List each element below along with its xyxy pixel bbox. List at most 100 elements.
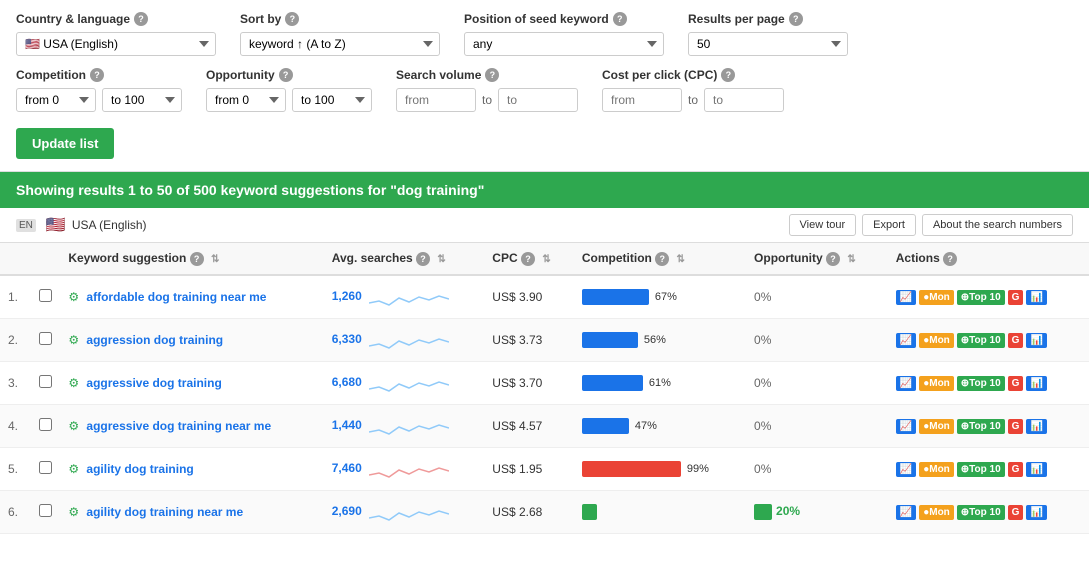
opp-help-icon[interactable]: ? [826,252,840,266]
chart-action-icon[interactable]: 📈 [896,505,916,520]
top10-action-icon[interactable]: ⊕Top 10 [957,290,1005,305]
cpc-from-input[interactable] [602,88,682,112]
competition-range: from 0 to 100 [16,88,182,112]
search-volume-help-icon[interactable]: ? [485,68,499,82]
avg-sort-icon[interactable]: ⇅ [437,254,445,265]
export-button[interactable]: Export [862,214,916,236]
opportunity-help-icon[interactable]: ? [279,68,293,82]
row-checkbox[interactable] [39,418,52,431]
results-per-page-select[interactable]: 50 [688,32,848,56]
mon-action-icon[interactable]: ●Mon [919,333,954,348]
comp-sort-icon[interactable]: ⇅ [677,254,685,265]
keyword-cell: ⚙ aggression dog training [60,319,323,362]
cpc-separator: to [688,93,698,107]
opp-sort-icon[interactable]: ⇅ [847,254,855,265]
table-row: 2. ⚙ aggression dog training 6,330 US$ 3… [0,319,1089,362]
trend-action-icon[interactable]: 📊 [1026,290,1046,305]
search-volume-to-input[interactable] [498,88,578,112]
keyword-sort-icon[interactable]: ⇅ [211,254,219,265]
search-volume-from-input[interactable] [396,88,476,112]
mon-action-icon[interactable]: ●Mon [919,376,954,391]
mon-action-icon[interactable]: ●Mon [919,505,954,520]
row-checkbox[interactable] [39,461,52,474]
trend-action-icon[interactable]: 📊 [1026,462,1046,477]
google-action-icon[interactable]: G [1008,419,1024,434]
mon-action-icon[interactable]: ●Mon [919,419,954,434]
top10-action-icon[interactable]: ⊕Top 10 [957,376,1005,391]
row-checkbox[interactable] [39,332,52,345]
trend-action-icon[interactable]: 📊 [1026,505,1046,520]
keyword-link[interactable]: agility dog training near me [86,505,243,519]
us-flag-icon: 🇺🇸 [46,215,66,235]
actions-help-icon[interactable]: ? [943,252,957,266]
results-per-page-group: Results per page ? 50 [688,12,848,56]
cpc-help-icon[interactable]: ? [721,68,735,82]
comp-bar-container: 56% [582,332,738,348]
competition-from-select[interactable]: from 0 [16,88,96,112]
col-num [0,243,31,275]
row-checkbox[interactable] [39,289,52,302]
chart-action-icon[interactable]: 📈 [896,376,916,391]
col-keyword-header: Keyword suggestion ? ⇅ [60,243,323,275]
avg-searches-val: 1,440 [332,418,362,432]
top10-action-icon[interactable]: ⊕Top 10 [957,462,1005,477]
keyword-link[interactable]: aggressive dog training [86,376,221,390]
keyword-help-icon[interactable]: ? [190,252,204,266]
opportunity-to-select[interactable]: to 100 [292,88,372,112]
results-per-page-help-icon[interactable]: ? [789,12,803,26]
filter-row-2: Competition ? from 0 to 100 Opportunity … [16,68,1073,112]
google-action-icon[interactable]: G [1008,290,1024,305]
col-opp-header: Opportunity ? ⇅ [746,243,888,275]
about-search-numbers-button[interactable]: About the search numbers [922,214,1073,236]
cpc-col-help-icon[interactable]: ? [521,252,535,266]
cpc-to-input[interactable] [704,88,784,112]
opportunity-from-select[interactable]: from 0 [206,88,286,112]
checkbox-cell [31,448,60,491]
checkbox-cell [31,491,60,534]
comp-help-icon[interactable]: ? [655,252,669,266]
trend-action-icon[interactable]: 📊 [1026,419,1046,434]
top10-action-icon[interactable]: ⊕Top 10 [957,419,1005,434]
google-action-icon[interactable]: G [1008,505,1024,520]
chart-action-icon[interactable]: 📈 [896,333,916,348]
country-language-help-icon[interactable]: ? [134,12,148,26]
trend-action-icon[interactable]: 📊 [1026,376,1046,391]
chart-action-icon[interactable]: 📈 [896,419,916,434]
google-action-icon[interactable]: G [1008,333,1024,348]
mon-action-icon[interactable]: ●Mon [919,462,954,477]
competition-to-select[interactable]: to 100 [102,88,182,112]
comp-cell: 61% [574,362,746,405]
keyword-link[interactable]: aggressive dog training near me [86,419,271,433]
competition-help-icon[interactable]: ? [90,68,104,82]
cpc-cell: US$ 4.57 [484,405,574,448]
position-select[interactable]: any [464,32,664,56]
sort-by-help-icon[interactable]: ? [285,12,299,26]
top10-action-icon[interactable]: ⊕Top 10 [957,333,1005,348]
trend-action-icon[interactable]: 📊 [1026,333,1046,348]
chart-action-icon[interactable]: 📈 [896,290,916,305]
keyword-link[interactable]: agility dog training [86,462,193,476]
sort-by-select[interactable]: keyword ↑ (A to Z) [240,32,440,56]
top10-action-icon[interactable]: ⊕Top 10 [957,505,1005,520]
avg-help-icon[interactable]: ? [416,252,430,266]
avg-searches-val: 2,690 [332,504,362,518]
position-help-icon[interactable]: ? [613,12,627,26]
mon-action-icon[interactable]: ●Mon [919,290,954,305]
keyword-link[interactable]: aggression dog training [86,333,223,347]
cpc-sort-icon[interactable]: ⇅ [542,254,550,265]
update-list-button[interactable]: Update list [16,128,114,159]
view-tour-button[interactable]: View tour [789,214,857,236]
actions-cell: 📈 ●Mon ⊕Top 10 G 📊 [888,319,1089,362]
opp-cell: 0% [746,405,888,448]
row-checkbox[interactable] [39,375,52,388]
comp-cell: 67% [574,275,746,319]
google-action-icon[interactable]: G [1008,462,1024,477]
keyword-cell: ⚙ aggressive dog training near me [60,405,323,448]
cpc-cell: US$ 3.90 [484,275,574,319]
row-checkbox[interactable] [39,504,52,517]
chart-action-icon[interactable]: 📈 [896,462,916,477]
comp-label: 47% [635,420,657,432]
google-action-icon[interactable]: G [1008,376,1024,391]
keyword-link[interactable]: affordable dog training near me [86,290,266,304]
country-language-select[interactable]: 🇺🇸 USA (English) [16,32,216,56]
